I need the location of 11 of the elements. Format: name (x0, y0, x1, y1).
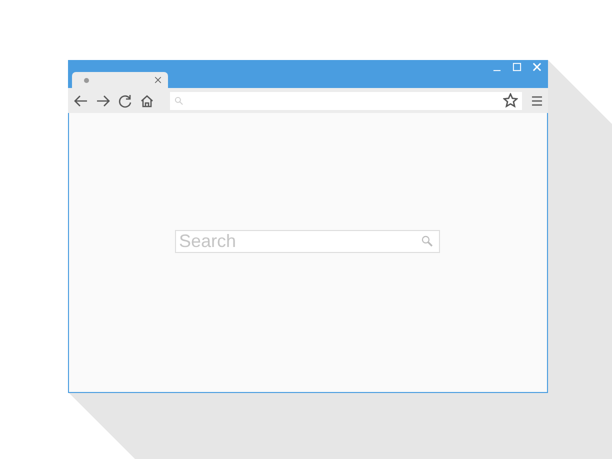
close-icon[interactable] (532, 62, 542, 72)
maximize-icon[interactable] (512, 62, 522, 72)
search-field[interactable]: Search (175, 230, 440, 253)
close-tab-icon[interactable] (154, 76, 162, 84)
menu-icon[interactable] (530, 94, 544, 108)
home-icon[interactable] (140, 94, 154, 108)
star-icon[interactable] (503, 93, 518, 108)
forward-arrow-icon[interactable] (96, 94, 110, 108)
back-arrow-icon[interactable] (74, 94, 88, 108)
dot-icon (84, 78, 89, 82)
reload-icon[interactable] (118, 94, 132, 108)
